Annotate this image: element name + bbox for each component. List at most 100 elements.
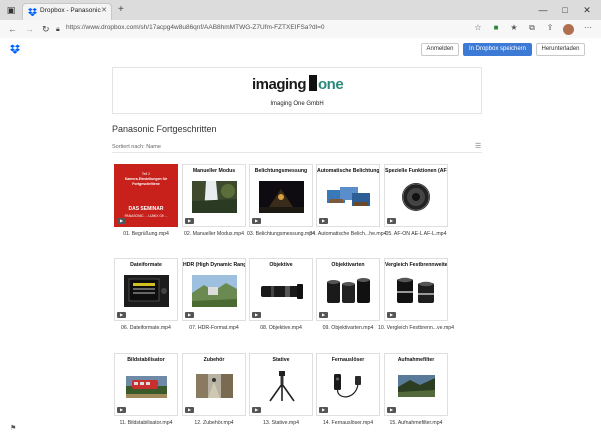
divider xyxy=(112,152,482,153)
extension-icon[interactable]: ■ xyxy=(491,23,501,33)
file-thumbnail[interactable]: Dateiformate ▶ xyxy=(114,258,178,321)
file-thumbnail[interactable]: Aufnahmefilter ▶ xyxy=(384,353,448,416)
thumbnail-image xyxy=(394,275,439,307)
video-icon: ▶ xyxy=(319,312,328,318)
video-icon: ▶ xyxy=(252,312,261,318)
star-icon[interactable]: ☆ xyxy=(473,23,483,33)
file-thumbnail[interactable]: Zubehör ▶ xyxy=(182,353,246,416)
thumbnail-title: Zubehör xyxy=(203,357,225,363)
close-icon[interactable]: ✕ xyxy=(101,6,107,14)
thumbnail-title: Dateiformate xyxy=(130,262,162,268)
login-button[interactable]: Anmelden xyxy=(421,43,459,56)
video-icon: ▶ xyxy=(387,218,396,224)
thumbnail-image xyxy=(259,181,304,213)
company-logo: imaging xyxy=(252,76,307,93)
back-icon[interactable]: ← xyxy=(8,23,17,35)
file-thumbnail[interactable]: Bildstabilisator ▶ xyxy=(114,353,178,416)
video-icon: ▶ xyxy=(387,312,396,318)
thumbnail-image xyxy=(326,370,371,402)
feedback-icon[interactable]: ⚑ xyxy=(10,424,16,432)
thumbnail-image xyxy=(326,275,371,307)
file-thumbnail[interactable]: Teil 2 Kamera-Einstellungen für Fortgesch… xyxy=(114,164,178,227)
video-icon: ▶ xyxy=(252,218,261,224)
video-icon: ▶ xyxy=(185,218,194,224)
browser-toolbar: ← → ↻ 🔒︎ https://www.dropbox.com/sh/17ac… xyxy=(0,20,601,38)
tab-actions-icon[interactable]: ▣ xyxy=(4,4,18,16)
video-icon: ▶ xyxy=(185,407,194,413)
thumbnail-title: Manueller Modus xyxy=(192,168,236,174)
collections-icon[interactable]: ⧉ xyxy=(527,23,537,33)
thumbnail-title: Fernauslöser xyxy=(331,357,365,363)
thumbnail-title: Belichtungsmessung xyxy=(254,168,308,174)
thumbnail-image xyxy=(259,370,304,402)
thumbnail-image xyxy=(192,181,237,213)
video-icon: ▶ xyxy=(185,312,194,318)
file-name[interactable]: 10. Vergleich Festbrenn...ve.mp4 xyxy=(376,325,456,332)
company-name: Imaging One GmbH xyxy=(270,101,324,107)
save-to-dropbox-button[interactable]: In Dropbox speichern xyxy=(463,43,532,56)
file-thumbnail[interactable]: Automatische Belichtungsreihe ▶ xyxy=(316,164,380,227)
file-thumbnail[interactable]: Spezielle Funktionen (AF-ON, AE-L, AF-L)… xyxy=(384,164,448,227)
video-icon: ▶ xyxy=(117,218,126,224)
lock-icon: 🔒︎ xyxy=(56,26,60,33)
thumbnail-title: Aufnahmefilter xyxy=(397,357,435,363)
minimize-icon[interactable]: — xyxy=(536,4,550,16)
favorites-icon[interactable]: ★ xyxy=(509,23,519,33)
thumbnail-image xyxy=(394,181,439,213)
maximize-icon[interactable]: □ xyxy=(558,4,572,16)
thumbnail-title: Vergleich Festbrennweite / Zoomobjektive xyxy=(385,262,447,268)
tab-title: Dropbox - Panasonic Fortgeschritt xyxy=(40,7,102,14)
seminar-card-text: DAS SEMINAR xyxy=(128,206,164,212)
logo-mark xyxy=(309,75,317,91)
tab-strip: ▣ Dropbox - Panasonic Fortgeschritt ✕ + … xyxy=(0,0,601,20)
file-thumbnail[interactable]: Manueller Modus ▶ xyxy=(182,164,246,227)
browser-tab[interactable]: Dropbox - Panasonic Fortgeschritt ✕ xyxy=(22,3,112,20)
seminar-card-text: Kamera-Einstellungen für Fortgeschritten… xyxy=(124,177,168,186)
file-thumbnail[interactable]: Objektivarten ▶ xyxy=(316,258,380,321)
thumbnail-image xyxy=(192,370,237,402)
share-icon[interactable]: ⇪ xyxy=(545,23,555,33)
file-thumbnail[interactable]: Objektive ▶ xyxy=(249,258,313,321)
thumbnail-image xyxy=(124,275,169,307)
close-window-icon[interactable]: ✕ xyxy=(580,4,594,16)
thumbnail-title: Stative xyxy=(272,357,290,363)
thumbnail-image xyxy=(394,370,439,402)
video-icon: ▶ xyxy=(252,407,261,413)
more-icon[interactable]: ⋯ xyxy=(583,23,593,33)
video-icon: ▶ xyxy=(117,407,126,413)
file-name[interactable]: 15. Aufnahmefilter.mp4 xyxy=(376,420,456,427)
thumbnail-title: Objektivarten xyxy=(331,262,365,268)
file-thumbnail[interactable]: HDR (High Dynamic Range) ▶ xyxy=(182,258,246,321)
dropbox-icon xyxy=(28,8,37,16)
thumbnail-image xyxy=(326,181,371,213)
dropbox-logo-icon[interactable] xyxy=(10,44,20,54)
folder-header-card: imaging one Imaging One GmbH xyxy=(112,67,482,114)
file-thumbnail[interactable]: Stative ▶ xyxy=(249,353,313,416)
thumbnail-image xyxy=(124,370,169,402)
file-thumbnail[interactable]: Vergleich Festbrennweite / Zoomobjektive… xyxy=(384,258,448,321)
thumbnail-image xyxy=(192,275,237,307)
avatar[interactable] xyxy=(563,24,574,35)
thumbnail-image xyxy=(259,275,304,307)
reload-icon[interactable]: ↻ xyxy=(42,23,50,35)
sort-control[interactable]: Sortiert nach: Name xyxy=(112,144,161,150)
thumbnail-title: Objektive xyxy=(269,262,293,268)
page-title: Panasonic Fortgeschritten xyxy=(112,124,217,134)
file-thumbnail[interactable]: Belichtungsmessung ▶ xyxy=(249,164,313,227)
download-button[interactable]: Herunterladen xyxy=(536,43,585,56)
browser-chrome: ▣ Dropbox - Panasonic Fortgeschritt ✕ + … xyxy=(0,0,601,38)
thumbnail-title: HDR (High Dynamic Range) xyxy=(183,262,245,268)
company-logo-suffix: one xyxy=(318,76,344,93)
address-bar[interactable]: https://www.dropbox.com/sh/17acpg4w8u86q… xyxy=(66,24,324,31)
list-view-icon[interactable]: ☰ xyxy=(475,142,481,150)
forward-icon[interactable]: → xyxy=(25,23,34,35)
video-icon: ▶ xyxy=(319,407,328,413)
video-icon: ▶ xyxy=(117,312,126,318)
thumbnail-title: Spezielle Funktionen (AF-ON, AE-L, AF-L) xyxy=(385,168,447,174)
thumbnail-title: Automatische Belichtungsreihe xyxy=(317,168,379,174)
file-thumbnail[interactable]: Fernauslöser ▶ xyxy=(316,353,380,416)
file-name[interactable]: 05. AF-ON AE-L AF-L.mp4 xyxy=(376,231,456,238)
thumbnail-title: Bildstabilisator xyxy=(127,357,165,363)
video-icon: ▶ xyxy=(319,218,328,224)
new-tab-icon[interactable]: + xyxy=(118,4,124,16)
